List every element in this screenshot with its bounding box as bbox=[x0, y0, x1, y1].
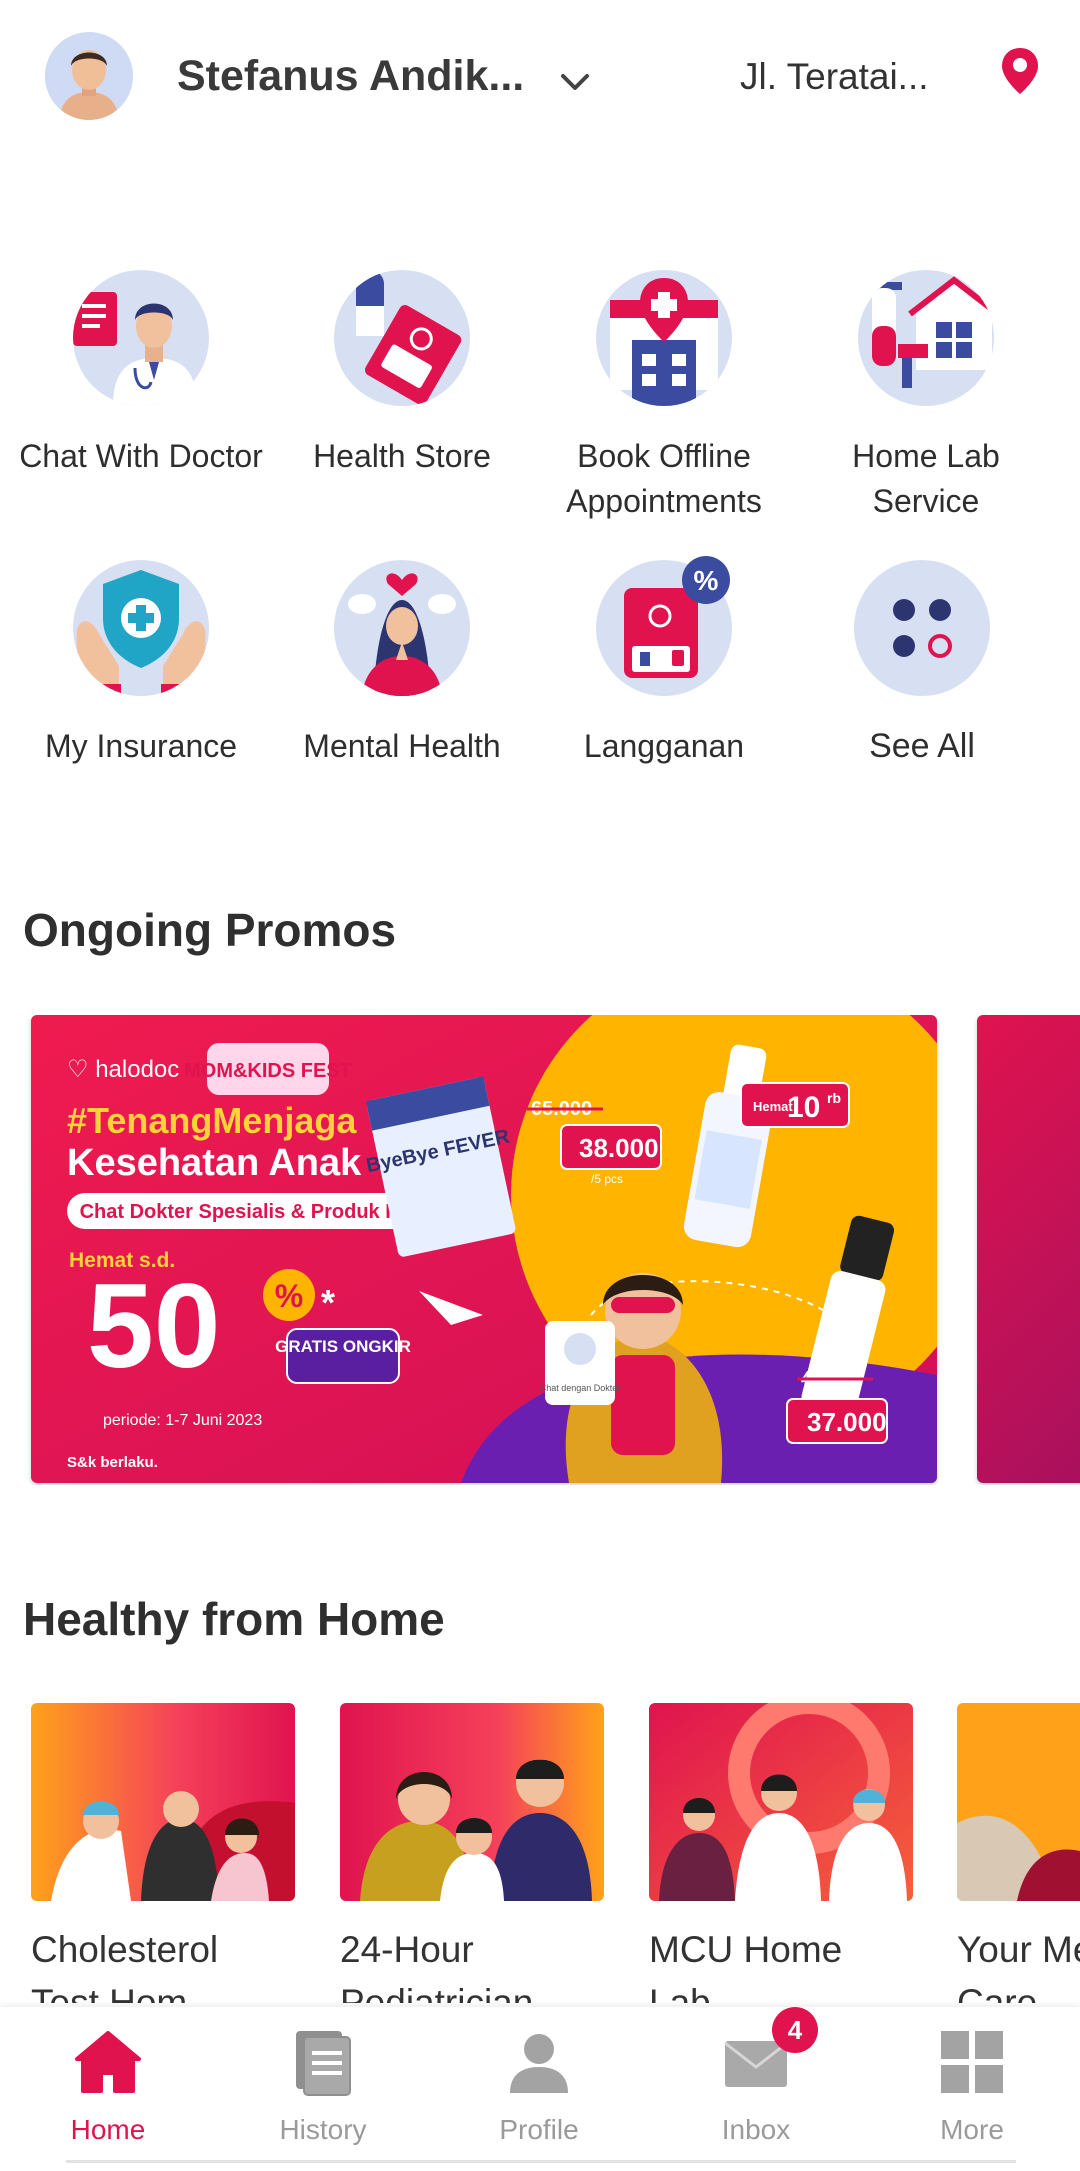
home-indicator bbox=[66, 2160, 1016, 2163]
more-grid-icon bbox=[941, 2031, 1003, 2093]
profile-icon bbox=[510, 2034, 568, 2093]
card-image bbox=[31, 1703, 295, 1901]
chevron-down-icon[interactable] bbox=[555, 62, 595, 102]
service-my-insurance[interactable]: My Insurance bbox=[10, 560, 272, 769]
svg-text:rb: rb bbox=[827, 1090, 841, 1106]
healthy-card[interactable]: Cholesterol Test Hom bbox=[31, 1703, 295, 2003]
svg-text:%: % bbox=[275, 1278, 303, 1314]
healthy-card[interactable]: 24-Hour Pediatrician bbox=[340, 1703, 604, 2003]
healthy-from-home-carousel[interactable]: Cholesterol Test Hom 24-Hour Pediatrician bbox=[0, 1703, 1080, 2003]
svg-text:37.000: 37.000 bbox=[807, 1407, 887, 1437]
service-langganan[interactable]: % Langganan bbox=[533, 556, 795, 769]
svg-text:*: * bbox=[321, 1282, 335, 1323]
service-book-offline-appointments[interactable]: Book Offline Appointments bbox=[533, 270, 795, 524]
svg-text:38.000: 38.000 bbox=[579, 1133, 659, 1163]
home-lab-icon bbox=[858, 270, 994, 406]
svg-text:MOM&KIDS FEST: MOM&KIDS FEST bbox=[184, 1060, 352, 1082]
card-image bbox=[649, 1703, 913, 1901]
user-avatar[interactable] bbox=[45, 32, 133, 120]
healthy-card[interactable]: MCU Home Lab bbox=[649, 1703, 913, 2003]
promo-banner[interactable]: ♡ halodoc MOM&KIDS FEST #TenangMenjaga K… bbox=[31, 1015, 937, 1483]
service-home-lab[interactable]: Home Lab Service bbox=[795, 270, 1057, 524]
card-image bbox=[957, 1703, 1080, 1901]
section-title-promos: Ongoing Promos bbox=[23, 904, 397, 956]
mental-health-icon bbox=[334, 560, 470, 696]
healthy-card[interactable]: Your Me Care bbox=[957, 1703, 1080, 2003]
insurance-shield-icon bbox=[73, 560, 209, 696]
card-title: MCU Home Lab bbox=[649, 1929, 843, 2003]
svg-text:periode: 1-7 Juni 2023: periode: 1-7 Juni 2023 bbox=[103, 1412, 262, 1429]
service-see-all[interactable]: See All bbox=[791, 560, 1053, 769]
svg-text:50: 50 bbox=[87, 1259, 220, 1393]
halodoc-logo: ♡ halodoc bbox=[67, 1056, 179, 1083]
bottom-navigation: Home History Profile Inbox More bbox=[0, 2007, 1080, 2171]
service-chat-with-doctor[interactable]: Chat With Doctor bbox=[10, 270, 272, 479]
promo-carousel[interactable]: ♡ halodoc MOM&KIDS FEST #TenangMenjaga K… bbox=[0, 1015, 1080, 1485]
inbox-unread-badge: 4 bbox=[772, 2007, 818, 2053]
service-label: Chat With Doctor bbox=[19, 438, 263, 474]
health-store-icon bbox=[334, 270, 470, 406]
doctor-icon bbox=[73, 270, 209, 406]
svg-text:Kesehatan Anak: Kesehatan Anak bbox=[67, 1142, 362, 1184]
nav-profile[interactable]: Profile bbox=[459, 2027, 619, 2146]
svg-text:S&k berlaku.: S&k berlaku. bbox=[67, 1454, 158, 1471]
percent-badge-icon: % bbox=[682, 556, 730, 604]
service-health-store[interactable]: Health Store bbox=[271, 270, 533, 479]
card-image bbox=[340, 1703, 604, 1901]
card-title: Your Me Care bbox=[957, 1929, 1080, 2003]
top-bar: Stefanus Andik... Jl. Teratai... bbox=[0, 0, 1080, 160]
hospital-appointment-icon bbox=[596, 270, 732, 406]
delivery-address[interactable]: Jl. Teratai... bbox=[740, 56, 929, 98]
svg-text:10: 10 bbox=[787, 1091, 820, 1124]
svg-text:Chat dengan Dokter: Chat dengan Dokter bbox=[540, 1383, 621, 1393]
nav-history[interactable]: History bbox=[243, 2027, 403, 2146]
svg-text:#TenangMenjaga: #TenangMenjaga bbox=[67, 1100, 357, 1141]
svg-text:/5 pcs: /5 pcs bbox=[591, 1172, 623, 1186]
svg-text:GRATIS ONGKIR: GRATIS ONGKIR bbox=[275, 1337, 411, 1356]
user-name[interactable]: Stefanus Andik... bbox=[177, 52, 524, 101]
home-icon bbox=[75, 2031, 141, 2093]
subscription-icon: % bbox=[596, 556, 732, 696]
card-title: Cholesterol Test Hom bbox=[31, 1929, 219, 2003]
see-all-dots-icon bbox=[854, 560, 990, 696]
location-pin-icon[interactable] bbox=[998, 46, 1042, 98]
promo-banner-next[interactable] bbox=[977, 1015, 1080, 1483]
nav-more[interactable]: More bbox=[892, 2027, 1052, 2146]
card-title: 24-Hour Pediatrician bbox=[340, 1929, 534, 2003]
history-icon bbox=[296, 2031, 351, 2096]
section-title-healthy: Healthy from Home bbox=[23, 1593, 445, 1645]
nav-home[interactable]: Home bbox=[28, 2027, 188, 2146]
service-mental-health[interactable]: Mental Health bbox=[271, 560, 533, 769]
svg-text:%: % bbox=[694, 565, 719, 596]
